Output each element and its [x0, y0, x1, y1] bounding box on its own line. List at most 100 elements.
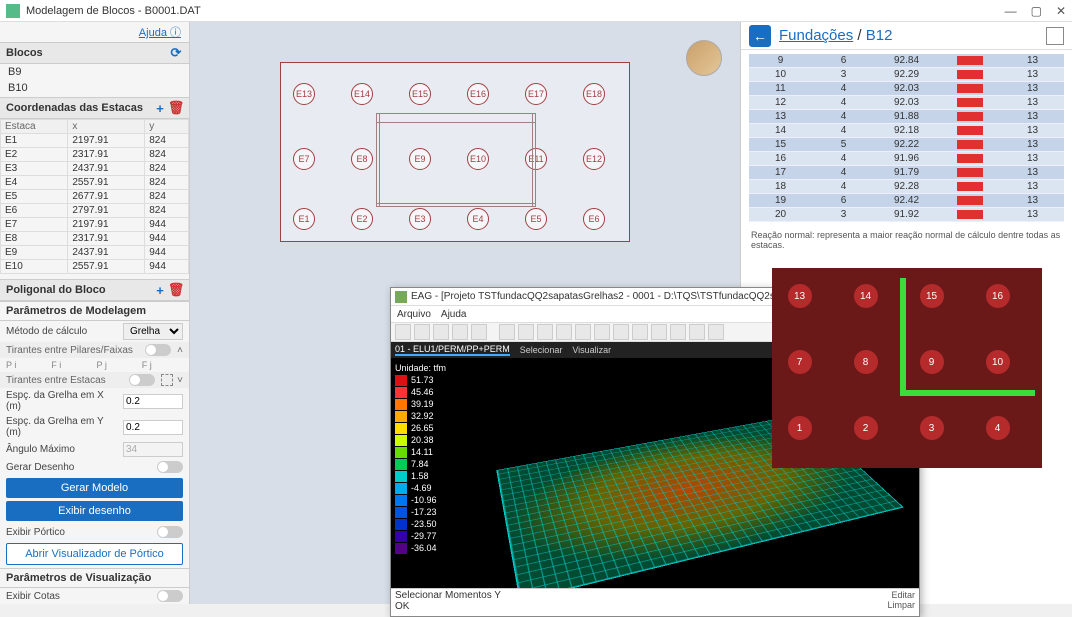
table-row[interactable]: E32437.91824	[1, 162, 189, 176]
plan-node[interactable]: 9	[920, 350, 944, 374]
tool-button[interactable]	[689, 324, 705, 340]
foundation-plan[interactable]: 13 14 15 16 7 8 9 10 1 2 3 4	[772, 268, 1042, 468]
table-row[interactable]: 15592.2213	[749, 138, 1064, 152]
reload-icon[interactable]: ⟳	[169, 46, 183, 60]
delete-icon[interactable]: 🗑	[169, 101, 183, 115]
plan-node[interactable]: 14	[854, 284, 878, 308]
view-cube-icon[interactable]	[686, 40, 722, 76]
tool-button[interactable]	[708, 324, 724, 340]
plan-node[interactable]: 1	[788, 416, 812, 440]
table-row[interactable]: E102557.91944	[1, 260, 189, 274]
exibir-desenho-button[interactable]: Exibir desenho	[6, 501, 183, 521]
eag-tab-vis[interactable]: Visualizar	[572, 345, 611, 355]
table-row[interactable]: 13491.8813	[749, 110, 1064, 124]
plan-node[interactable]: 4	[986, 416, 1010, 440]
gerar-desenho-toggle[interactable]	[157, 461, 183, 473]
estaca-node[interactable]: E13	[293, 83, 315, 105]
table-row[interactable]: E92437.91944	[1, 246, 189, 260]
plan-node[interactable]: 3	[920, 416, 944, 440]
estaca-node[interactable]: E8	[351, 148, 373, 170]
table-row[interactable]: 19692.4213	[749, 194, 1064, 208]
crumb-root-link[interactable]: Fundações	[779, 27, 853, 44]
estaca-node[interactable]: E10	[467, 148, 489, 170]
eag-limpar-link[interactable]: Limpar	[887, 600, 915, 610]
table-row[interactable]: E22317.91824	[1, 148, 189, 162]
plan-node[interactable]: 2	[854, 416, 878, 440]
document-icon[interactable]	[1046, 27, 1064, 45]
add-poly-icon[interactable]: +	[153, 283, 167, 297]
estaca-node[interactable]: E2	[351, 208, 373, 230]
table-row[interactable]: 9692.8413	[749, 54, 1064, 68]
tool-button[interactable]	[452, 324, 468, 340]
estaca-node[interactable]: E7	[293, 148, 315, 170]
close-button[interactable]: ✕	[1056, 4, 1066, 18]
espy-input[interactable]	[123, 420, 183, 435]
bloco-item[interactable]: B10	[0, 80, 189, 96]
tool-button[interactable]	[433, 324, 449, 340]
cotas-toggle[interactable]	[157, 590, 183, 602]
tool-button[interactable]	[632, 324, 648, 340]
table-row[interactable]: 16491.9613	[749, 152, 1064, 166]
help-link[interactable]: Ajuda ⓘ	[139, 27, 181, 39]
table-row[interactable]: E52677.91824	[1, 190, 189, 204]
coord-table[interactable]: Estaca x y E12197.91824E22317.91824E3243…	[0, 119, 189, 279]
tool-button[interactable]	[613, 324, 629, 340]
table-row[interactable]: 12492.0313	[749, 96, 1064, 110]
blocos-list[interactable]: B9B10B11B12B13	[0, 64, 189, 97]
abrir-portico-button[interactable]: Abrir Visualizador de Pórtico	[6, 543, 183, 565]
estaca-node[interactable]: E16	[467, 83, 489, 105]
add-icon[interactable]: +	[153, 101, 167, 115]
estaca-node[interactable]: E6	[583, 208, 605, 230]
estaca-node[interactable]: E5	[525, 208, 547, 230]
table-row[interactable]: E42557.91824	[1, 176, 189, 190]
plan-node[interactable]: 10	[986, 350, 1010, 374]
estaca-node[interactable]: E15	[409, 83, 431, 105]
tool-button[interactable]	[651, 324, 667, 340]
estaca-node[interactable]: E1	[293, 208, 315, 230]
plan-node[interactable]: 13	[788, 284, 812, 308]
eag-menu-arquivo[interactable]: Arquivo	[397, 309, 431, 320]
table-row[interactable]: E12197.91824	[1, 134, 189, 148]
eag-tab[interactable]: 01 - ELU1/PERM/PP+PERM	[395, 344, 510, 356]
estaca-node[interactable]: E12	[583, 148, 605, 170]
table-row[interactable]: 18492.2813	[749, 180, 1064, 194]
tir-pilares-toggle[interactable]	[145, 344, 171, 356]
tir-estacas-toggle[interactable]	[129, 374, 155, 386]
plan-node[interactable]: 7	[788, 350, 812, 374]
metodo-select[interactable]: Grelha	[123, 323, 183, 340]
table-row[interactable]: 20391.9213	[749, 208, 1064, 222]
table-row[interactable]: 14492.1813	[749, 124, 1064, 138]
tool-button[interactable]	[471, 324, 487, 340]
plan-node[interactable]: 16	[986, 284, 1010, 308]
table-row[interactable]: 11492.0313	[749, 82, 1064, 96]
estaca-node[interactable]: E11	[525, 148, 547, 170]
table-row[interactable]: 17491.7913	[749, 166, 1064, 180]
back-button[interactable]: ←	[749, 25, 771, 47]
espx-input[interactable]	[123, 394, 183, 409]
estaca-node[interactable]: E9	[409, 148, 431, 170]
table-row[interactable]: E72197.91944	[1, 218, 189, 232]
maximize-button[interactable]: ▢	[1031, 4, 1042, 18]
estaca-node[interactable]: E3	[409, 208, 431, 230]
plan-node[interactable]: 8	[854, 350, 878, 374]
eag-tab-sel[interactable]: Selecionar	[520, 345, 563, 355]
table-row[interactable]: E82317.91944	[1, 232, 189, 246]
tool-button[interactable]	[670, 324, 686, 340]
estaca-node[interactable]: E17	[525, 83, 547, 105]
estaca-node[interactable]: E4	[467, 208, 489, 230]
tool-button[interactable]	[594, 324, 610, 340]
estaca-node[interactable]: E18	[583, 83, 605, 105]
estaca-node[interactable]: E14	[351, 83, 373, 105]
table-row[interactable]: 10392.2913	[749, 68, 1064, 82]
tool-button[interactable]	[518, 324, 534, 340]
bloco-item[interactable]: B9	[0, 64, 189, 80]
tool-button[interactable]	[414, 324, 430, 340]
plan-node[interactable]: 15	[920, 284, 944, 308]
minimize-button[interactable]: —	[1005, 4, 1017, 18]
tool-button[interactable]	[556, 324, 572, 340]
tool-button[interactable]	[395, 324, 411, 340]
portico-toggle[interactable]	[157, 526, 183, 538]
del-poly-icon[interactable]: 🗑	[169, 283, 183, 297]
eag-editar-link[interactable]: Editar	[887, 590, 915, 600]
grid-icon[interactable]	[161, 374, 173, 386]
